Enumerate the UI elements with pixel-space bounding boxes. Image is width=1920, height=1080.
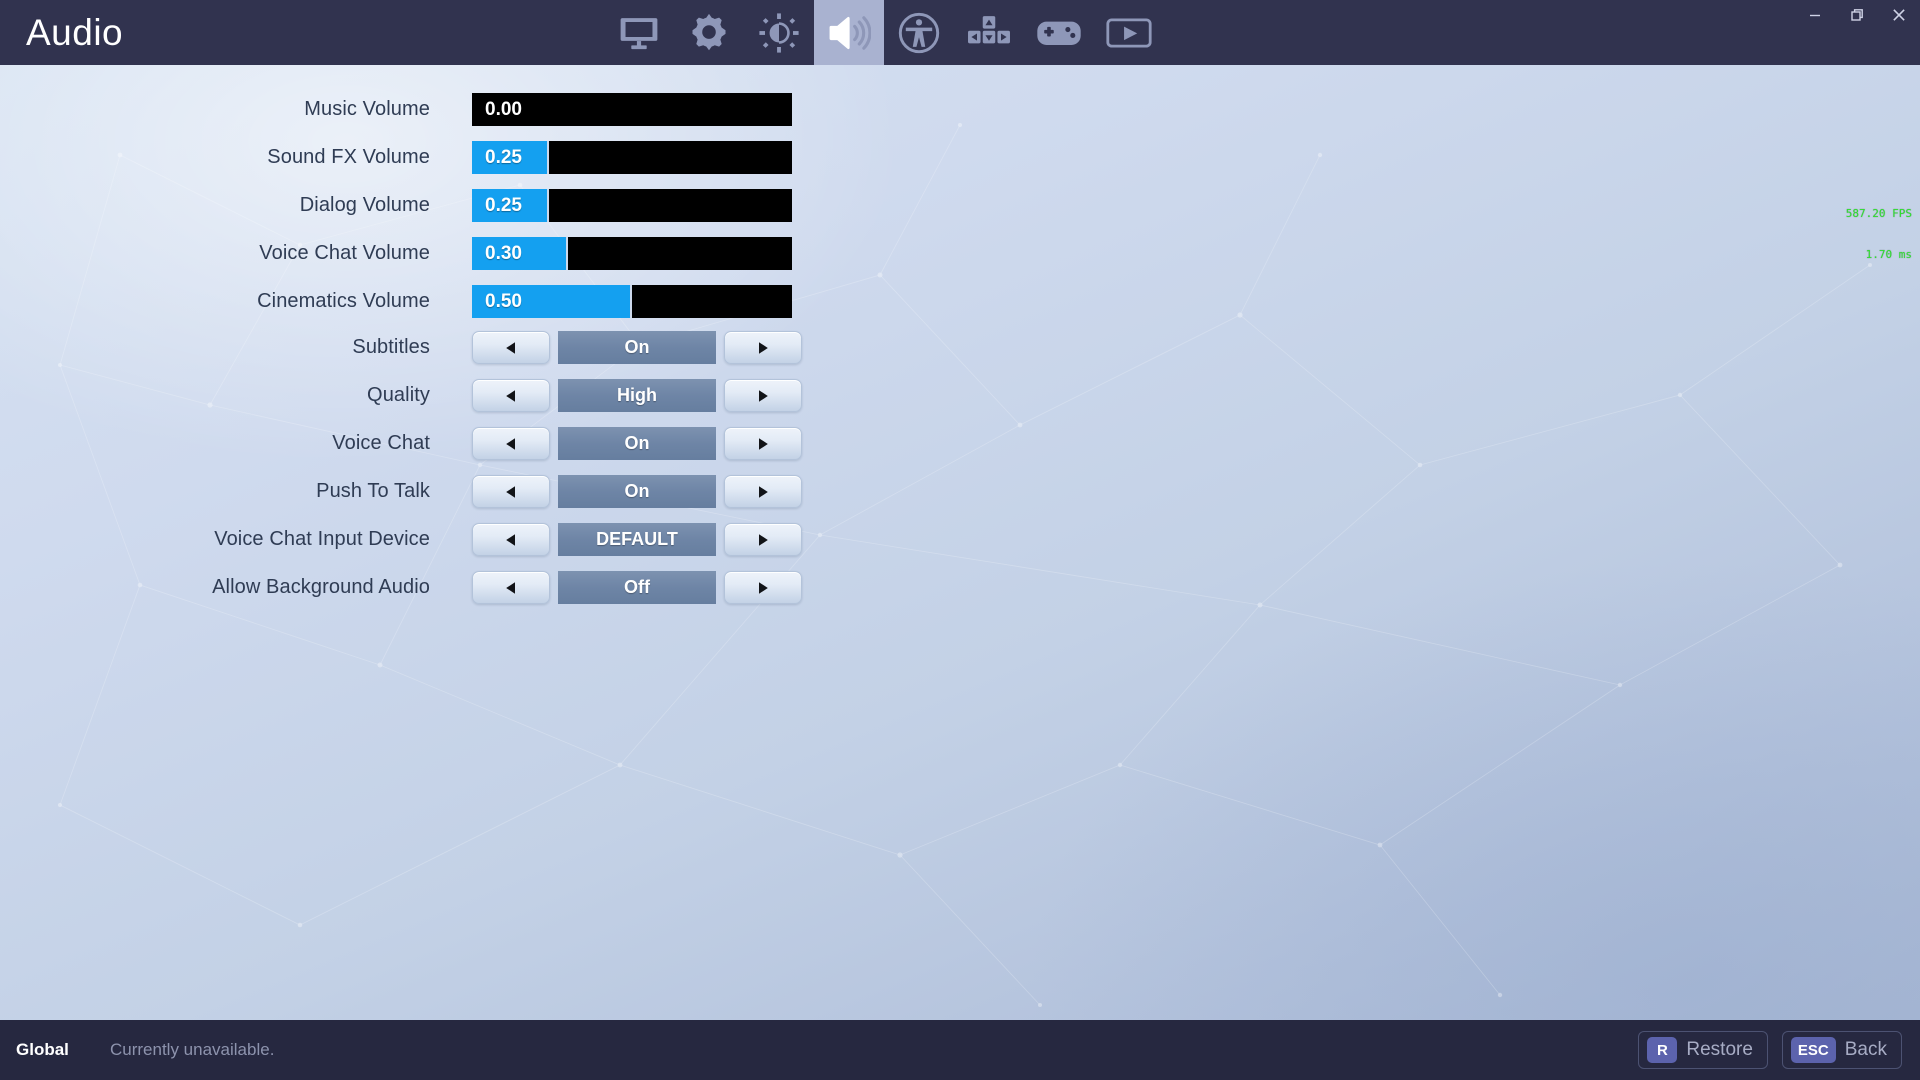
- gamepad-icon: [1036, 15, 1082, 51]
- setting-label: Voice Chat Input Device: [214, 528, 430, 550]
- frametime-value: 1.70 ms: [1865, 247, 1912, 261]
- accessibility-icon: [897, 11, 941, 55]
- setting-label: Allow Background Audio: [212, 576, 430, 598]
- setting-label: Sound FX Volume: [267, 146, 430, 168]
- brightness-icon: [758, 12, 800, 54]
- stepper-value[interactable]: DEFAULT: [558, 523, 716, 556]
- cinematics-volume-slider[interactable]: 0.50: [472, 285, 792, 318]
- page-title: Audio: [26, 11, 124, 53]
- restore-window-button[interactable]: [1836, 0, 1878, 30]
- next-button[interactable]: [724, 523, 802, 556]
- setting-row-push-to-talk: Push To Talk On: [130, 475, 802, 508]
- allow-background-audio-stepper: Off: [472, 571, 802, 604]
- nav-item-keyboard[interactable]: [954, 0, 1024, 65]
- nav-item-replay[interactable]: [1094, 0, 1164, 65]
- prev-button[interactable]: [472, 523, 550, 556]
- nav-item-controller[interactable]: [1024, 0, 1094, 65]
- slider-value: 0.25: [485, 146, 522, 168]
- fps-overlay: 587.20 FPS 1.70 ms: [1846, 179, 1912, 289]
- nav-item-graphics[interactable]: [674, 0, 744, 65]
- footer-actions: R Restore ESC Back: [1638, 1031, 1902, 1069]
- settings-panel: Music Volume 0.00 Sound FX Volume 0.25 D…: [0, 65, 1920, 1020]
- nav-item-brightness[interactable]: [744, 0, 814, 65]
- setting-row-subtitles: Subtitles On: [130, 331, 802, 364]
- stepper-value[interactable]: High: [558, 379, 716, 412]
- prev-button[interactable]: [472, 379, 550, 412]
- dialog-volume-slider[interactable]: 0.25: [472, 189, 792, 222]
- profile-label: Global: [16, 1040, 69, 1059]
- next-button[interactable]: [724, 427, 802, 460]
- voice-chat-volume-slider[interactable]: 0.30: [472, 237, 792, 270]
- setting-row-sound-fx-volume: Sound FX Volume 0.25: [130, 141, 792, 174]
- back-label: Back: [1844, 1039, 1887, 1060]
- setting-label: Quality: [367, 384, 430, 406]
- setting-row-allow-background-audio: Allow Background Audio Off: [130, 571, 802, 604]
- setting-label: Cinematics Volume: [257, 290, 430, 312]
- nav-item-audio[interactable]: [814, 0, 884, 65]
- setting-row-voice-chat: Voice Chat On: [130, 427, 802, 460]
- setting-row-cinematics-volume: Cinematics Volume 0.50: [130, 285, 792, 318]
- prev-button[interactable]: [472, 571, 550, 604]
- slider-value: 0.00: [485, 98, 522, 120]
- setting-label: Voice Chat Volume: [259, 242, 430, 264]
- minimize-button[interactable]: [1794, 0, 1836, 30]
- setting-label: Push To Talk: [316, 480, 430, 502]
- setting-label: Subtitles: [352, 336, 430, 358]
- setting-row-quality: Quality High: [130, 379, 802, 412]
- setting-label: Music Volume: [304, 98, 430, 120]
- setting-row-dialog-volume: Dialog Volume 0.25: [130, 189, 792, 222]
- nav-item-accessibility[interactable]: [884, 0, 954, 65]
- prev-button[interactable]: [472, 475, 550, 508]
- stepper-value[interactable]: On: [558, 331, 716, 364]
- restore-label: Restore: [1686, 1039, 1753, 1060]
- close-button[interactable]: [1878, 0, 1920, 30]
- nav-item-video[interactable]: [604, 0, 674, 65]
- back-key-chip: ESC: [1790, 1037, 1836, 1063]
- restore-button[interactable]: R Restore: [1638, 1031, 1768, 1069]
- keyboard-wasd-icon: [967, 13, 1011, 53]
- slider-value: 0.30: [485, 242, 522, 264]
- music-volume-slider[interactable]: 0.00: [472, 93, 792, 126]
- stepper-value[interactable]: Off: [558, 571, 716, 604]
- setting-row-music-volume: Music Volume 0.00: [130, 93, 792, 126]
- bottom-bar: Global Currently unavailable. R Restore …: [0, 1020, 1920, 1080]
- category-nav: [604, 0, 1164, 65]
- voice-chat-stepper: On: [472, 427, 802, 460]
- setting-label: Voice Chat: [332, 432, 430, 454]
- next-button[interactable]: [724, 475, 802, 508]
- video-play-icon: [1106, 16, 1152, 50]
- push-to-talk-stepper: On: [472, 475, 802, 508]
- setting-row-voice-chat-volume: Voice Chat Volume 0.30: [130, 237, 792, 270]
- quality-stepper: High: [472, 379, 802, 412]
- back-button[interactable]: ESC Back: [1781, 1031, 1902, 1069]
- monitor-icon: [618, 12, 660, 54]
- fps-value: 587.20 FPS: [1845, 206, 1912, 220]
- prev-button[interactable]: [472, 427, 550, 460]
- sound-fx-volume-slider[interactable]: 0.25: [472, 141, 792, 174]
- next-button[interactable]: [724, 331, 802, 364]
- gear-icon: [687, 11, 731, 55]
- stepper-value[interactable]: On: [558, 427, 716, 460]
- subtitles-stepper: On: [472, 331, 802, 364]
- slider-value: 0.50: [485, 290, 522, 312]
- setting-label: Dialog Volume: [299, 194, 430, 216]
- window-controls: [1794, 0, 1920, 30]
- slider-value: 0.25: [485, 194, 522, 216]
- top-bar: Audio: [0, 0, 1920, 65]
- status-text: Currently unavailable.: [110, 1040, 275, 1059]
- speaker-icon: [827, 11, 871, 55]
- next-button[interactable]: [724, 571, 802, 604]
- prev-button[interactable]: [472, 331, 550, 364]
- stepper-value[interactable]: On: [558, 475, 716, 508]
- restore-key-chip: R: [1647, 1037, 1678, 1063]
- setting-row-voice-chat-input-device: Voice Chat Input Device DEFAULT: [130, 523, 802, 556]
- next-button[interactable]: [724, 379, 802, 412]
- voice-chat-input-device-stepper: DEFAULT: [472, 523, 802, 556]
